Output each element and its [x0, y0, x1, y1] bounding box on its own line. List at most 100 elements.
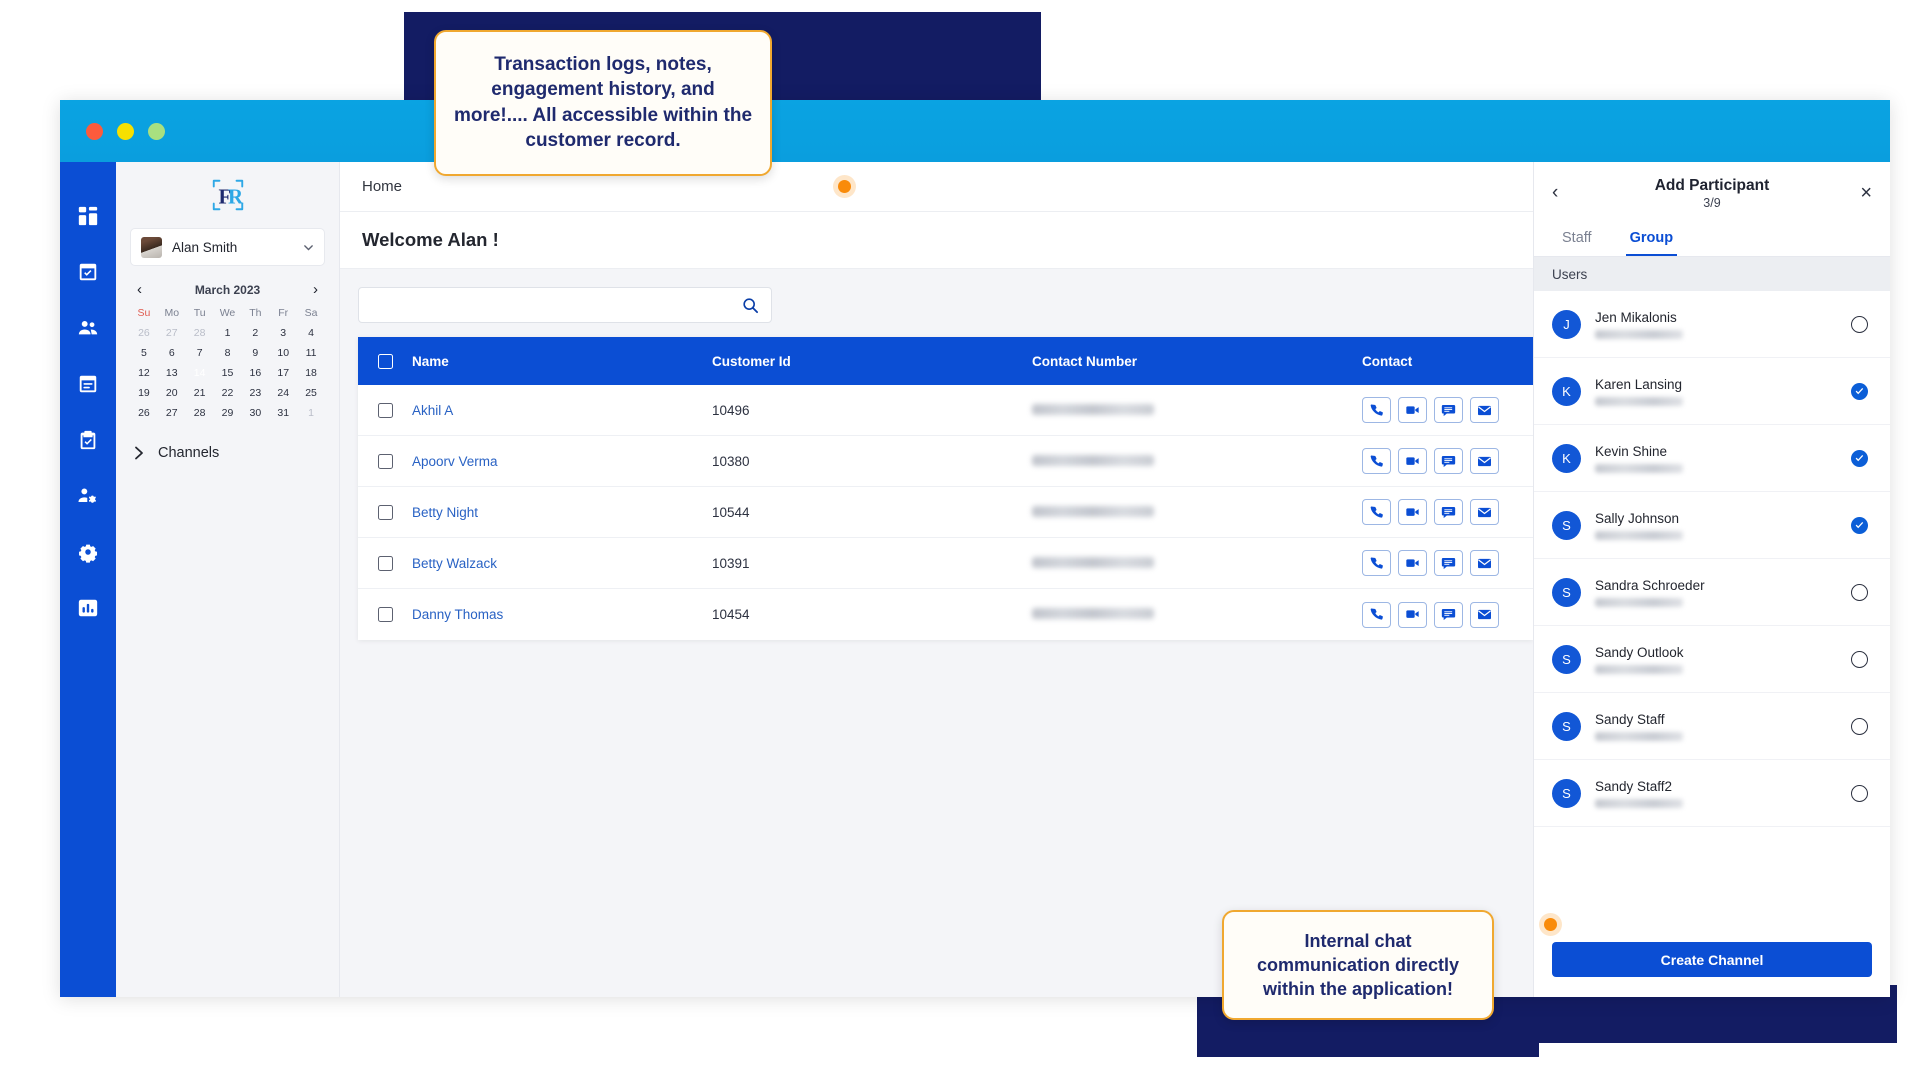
user-select-radio[interactable] [1851, 717, 1868, 735]
calendar-day[interactable]: 1 [297, 407, 325, 419]
calendar-day[interactable]: 24 [269, 387, 297, 399]
calendar-day[interactable]: 6 [158, 347, 186, 359]
video-icon-button[interactable] [1398, 499, 1427, 525]
user-select-radio-checked[interactable] [1851, 382, 1868, 400]
calendar-day[interactable]: 23 [241, 387, 269, 399]
search-icon[interactable] [742, 297, 759, 314]
calendar-day[interactable]: 4 [297, 327, 325, 339]
cell-name[interactable]: Apoorv Verma [412, 454, 712, 469]
calendar-day[interactable]: 31 [269, 407, 297, 419]
calendar-day[interactable]: 18 [297, 367, 325, 379]
user-select-radio[interactable] [1851, 583, 1868, 601]
user-select-radio[interactable] [1851, 315, 1868, 333]
calendar-prev-button[interactable]: ‹ [133, 280, 146, 299]
row-checkbox[interactable] [377, 402, 393, 418]
video-icon-button[interactable] [1398, 448, 1427, 474]
calendar-day[interactable]: 2 [241, 327, 269, 339]
calendar-day[interactable]: 26 [130, 407, 158, 419]
calendar-day[interactable]: 20 [158, 387, 186, 399]
close-icon[interactable]: × [1848, 183, 1872, 203]
calendar-day[interactable]: 19 [130, 387, 158, 399]
calendar-list-icon[interactable] [76, 372, 100, 396]
table-row[interactable]: Apoorv Verma 10380 [358, 436, 1533, 487]
email-icon-button[interactable] [1470, 448, 1499, 474]
calendar-day[interactable]: 17 [269, 367, 297, 379]
row-checkbox[interactable] [377, 607, 393, 622]
user-select-radio-checked[interactable] [1851, 449, 1868, 467]
cell-name[interactable]: Akhil A [412, 403, 712, 418]
list-item[interactable]: S Sandra Schroeder [1534, 559, 1890, 626]
user-select-radio[interactable] [1851, 650, 1868, 668]
calendar-day[interactable]: 9 [241, 347, 269, 359]
calendar-day[interactable]: 16 [241, 367, 269, 379]
tab-staff[interactable]: Staff [1558, 224, 1596, 256]
clipboard-check-icon[interactable] [76, 428, 100, 452]
calendar-day[interactable]: 15 [214, 367, 242, 379]
window-maximize-dot[interactable] [148, 122, 165, 140]
list-item[interactable]: K Karen Lansing [1534, 358, 1890, 425]
user-select-radio-checked[interactable] [1851, 516, 1868, 534]
calendar-day[interactable]: 8 [214, 347, 242, 359]
video-icon-button[interactable] [1398, 601, 1427, 628]
people-icon[interactable] [76, 316, 100, 340]
user-gear-icon[interactable] [76, 484, 100, 508]
gear-icon[interactable] [76, 540, 100, 564]
calendar-day[interactable]: 26 [130, 327, 158, 339]
channels-toggle[interactable]: Channels [130, 445, 325, 461]
email-icon-button[interactable] [1470, 601, 1499, 628]
row-checkbox[interactable] [377, 504, 393, 520]
calendar-day[interactable]: 12 [130, 367, 158, 379]
cell-name[interactable]: Betty Walzack [412, 556, 712, 571]
chat-icon-button[interactable] [1434, 601, 1463, 628]
calendar-check-icon[interactable] [76, 260, 100, 284]
breadcrumb-home[interactable]: Home [362, 178, 402, 195]
list-item[interactable]: S Sandy Staff2 [1534, 760, 1890, 827]
list-item[interactable]: S Sally Johnson [1534, 492, 1890, 559]
phone-icon-button[interactable] [1362, 601, 1391, 628]
list-item[interactable]: S Sandy Outlook [1534, 626, 1890, 693]
bar-chart-icon[interactable] [76, 596, 100, 620]
panel-back-button[interactable]: ‹ [1552, 182, 1576, 204]
chat-icon-button[interactable] [1434, 397, 1463, 423]
chat-icon-button[interactable] [1434, 550, 1463, 576]
cell-name[interactable]: Betty Night [412, 505, 712, 520]
email-icon-button[interactable] [1470, 397, 1499, 423]
chat-icon-button[interactable] [1434, 448, 1463, 474]
cell-name[interactable]: Danny Thomas [412, 607, 712, 622]
calendar-day[interactable]: 30 [241, 407, 269, 419]
calendar-day[interactable]: 28 [186, 327, 214, 339]
table-row[interactable]: Betty Walzack 10391 [358, 538, 1533, 589]
calendar-day-selected[interactable]: 14 [186, 367, 214, 379]
calendar-day[interactable]: 10 [269, 347, 297, 359]
row-checkbox[interactable] [377, 555, 393, 571]
calendar-day[interactable]: 7 [186, 347, 214, 359]
calendar-day[interactable]: 3 [269, 327, 297, 339]
table-row[interactable]: Akhil A 10496 [358, 385, 1533, 436]
phone-icon-button[interactable] [1362, 448, 1391, 474]
list-item[interactable]: K Kevin Shine [1534, 425, 1890, 492]
table-row[interactable]: Danny Thomas 10454 [358, 589, 1533, 640]
calendar-day[interactable]: 1 [214, 327, 242, 339]
calendar-day[interactable]: 11 [297, 347, 325, 359]
window-close-dot[interactable] [86, 122, 103, 140]
select-all-checkbox[interactable] [377, 353, 393, 369]
tab-group[interactable]: Group [1625, 224, 1678, 256]
calendar-day[interactable]: 22 [214, 387, 242, 399]
user-select-radio[interactable] [1851, 784, 1868, 802]
email-icon-button[interactable] [1470, 550, 1499, 576]
search-box[interactable] [358, 287, 772, 323]
chat-icon-button[interactable] [1434, 499, 1463, 525]
row-checkbox[interactable] [377, 453, 393, 469]
window-minimize-dot[interactable] [117, 122, 134, 140]
video-icon-button[interactable] [1398, 550, 1427, 576]
table-row[interactable]: Betty Night 10544 [358, 487, 1533, 538]
calendar-day[interactable]: 5 [130, 347, 158, 359]
calendar-day[interactable]: 13 [158, 367, 186, 379]
phone-icon-button[interactable] [1362, 550, 1391, 576]
phone-icon-button[interactable] [1362, 397, 1391, 423]
user-selector[interactable]: Alan Smith [130, 228, 325, 266]
list-item[interactable]: J Jen Mikalonis [1534, 291, 1890, 358]
calendar-next-button[interactable]: › [309, 280, 322, 299]
email-icon-button[interactable] [1470, 499, 1499, 525]
calendar-day[interactable]: 21 [186, 387, 214, 399]
